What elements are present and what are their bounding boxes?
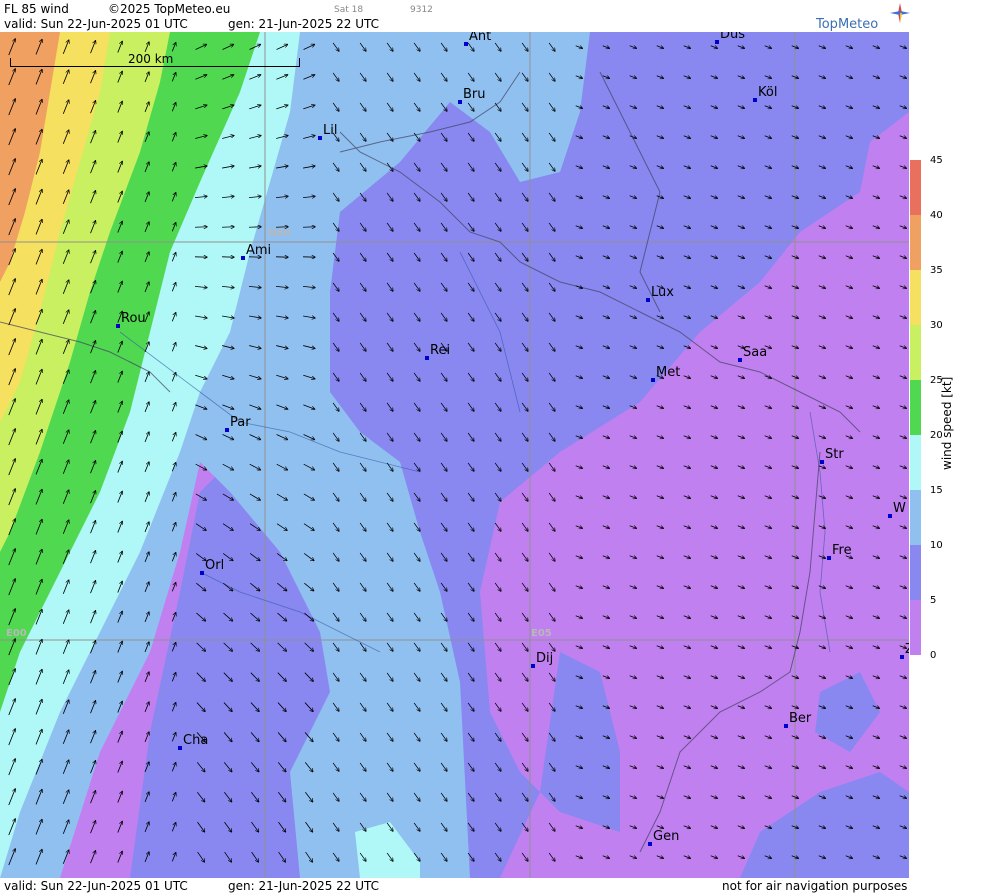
legend-swatch [910, 215, 921, 270]
city-marker [715, 40, 719, 44]
topmeteo-logo: TopMeteo [816, 17, 879, 32]
legend-swatch [910, 270, 921, 325]
city-label: Bru [463, 87, 486, 102]
city-label: Cha [183, 733, 209, 748]
city-marker [646, 298, 650, 302]
city-label: Köl [758, 85, 778, 100]
footer-disclaimer: not for air navigation purposes [722, 879, 908, 893]
city-label: Met [656, 365, 681, 380]
city-label: Ami [246, 243, 272, 258]
grid-label-e00: E00 [6, 628, 27, 639]
sat-label: Sat 18 [334, 5, 364, 15]
legend-colorbar [910, 160, 921, 655]
city-marker [753, 98, 757, 102]
legend-swatch [910, 325, 921, 380]
legend-swatch [910, 160, 921, 215]
city-label: Ber [789, 711, 812, 726]
city-marker [738, 358, 742, 362]
legend-tick-label: 15 [930, 485, 943, 496]
city-label: Gen [653, 829, 680, 844]
city-marker [425, 356, 429, 360]
city-marker [888, 514, 892, 518]
legend-swatch [910, 600, 921, 655]
city-marker [241, 256, 245, 260]
city-label: Düs [720, 32, 746, 42]
legend-title: wind speed [kt] [940, 376, 954, 470]
legend-swatch [910, 545, 921, 600]
map-title: FL 85 wind [4, 2, 69, 16]
copyright: ©2025 TopMeteo.eu [108, 2, 231, 16]
city-label: Orl [205, 558, 225, 573]
legend-tick-label: 30 [930, 320, 943, 331]
compass-icon [890, 3, 910, 27]
legend-tick-label: 5 [930, 595, 937, 606]
scale-label: 200 km [128, 52, 174, 66]
city-marker [827, 556, 831, 560]
legend-swatch [910, 435, 921, 490]
legend-swatch [910, 380, 921, 435]
city-marker [531, 664, 535, 668]
city-label: Ant [469, 32, 492, 44]
legend-tick-label: 45 [930, 155, 943, 166]
city-label: Saa [743, 345, 768, 360]
footer-valid-time: valid: Sun 22-Jun-2025 01 UTC [4, 879, 188, 893]
city-label: Rou [121, 311, 146, 326]
legend-tick-label: 40 [930, 210, 943, 221]
city-label: Lux [651, 285, 674, 300]
legend-tick-label: 10 [930, 540, 943, 551]
city-label: Fre [832, 543, 852, 558]
city-marker [784, 724, 788, 728]
city-label: Dij [536, 651, 554, 666]
wind-map: 200 km N50 E00 E05 Ant Düs Bru Köl Lil Ami Lux… [0, 32, 909, 878]
valid-time: valid: Sun 22-Jun-2025 01 UTC [4, 17, 188, 31]
code-label: 9312 [410, 5, 433, 15]
city-marker [318, 136, 322, 140]
city-marker [900, 655, 904, 659]
city-marker [464, 42, 468, 46]
city-marker [200, 571, 204, 575]
city-marker [225, 428, 229, 432]
city-marker [648, 842, 652, 846]
city-label: Str [825, 447, 844, 462]
city-marker [820, 460, 824, 464]
city-label: W [893, 501, 906, 516]
city-marker [651, 378, 655, 382]
city-label: Lil [323, 123, 338, 138]
city-marker [458, 100, 462, 104]
grid-label-n50: N50 [268, 228, 291, 239]
legend-swatch [910, 490, 921, 545]
city-label: Par [230, 415, 251, 430]
city-marker [116, 324, 120, 328]
footer-generated-time: gen: 21-Jun-2025 22 UTC [228, 879, 380, 893]
city-marker [178, 746, 182, 750]
generated-time: gen: 21-Jun-2025 22 UTC [228, 17, 380, 31]
city-label: Z [905, 643, 909, 657]
legend-tick-label: 0 [930, 650, 937, 661]
legend-tick-label: 35 [930, 265, 943, 276]
city-label: Rei [430, 343, 451, 358]
grid-label-e05: E05 [531, 628, 552, 639]
